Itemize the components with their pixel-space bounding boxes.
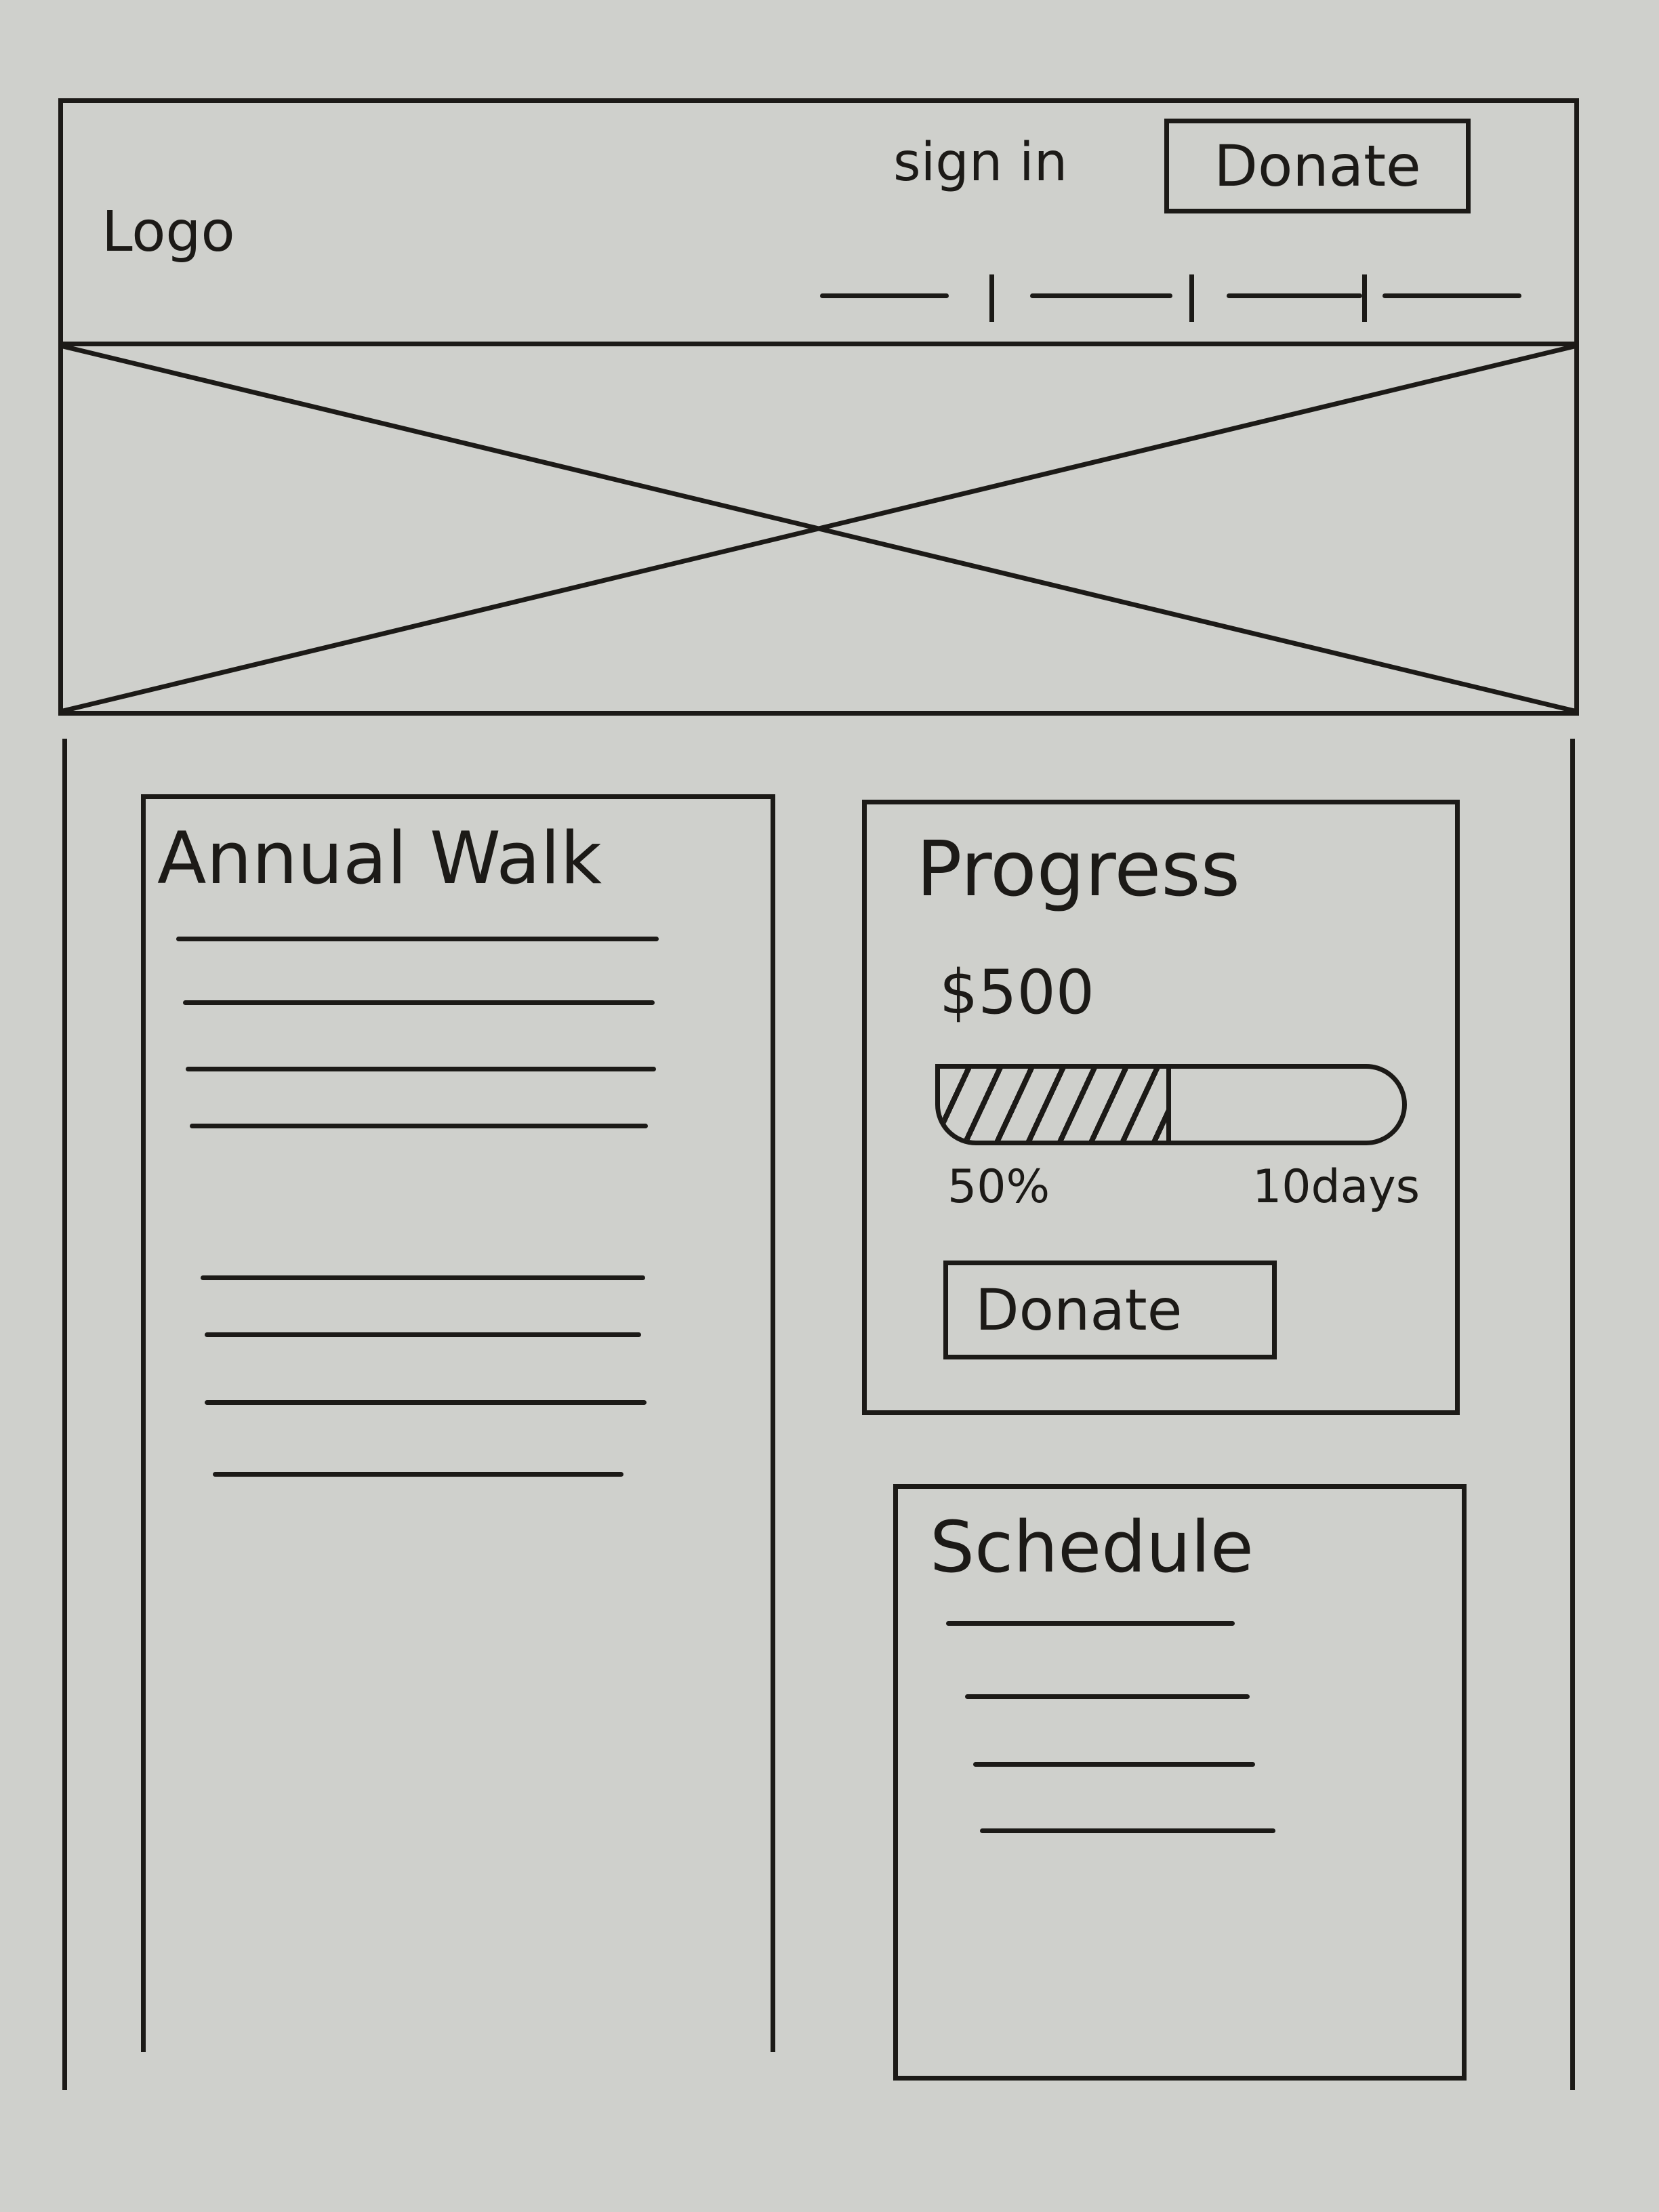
hero-image-placeholder <box>58 342 1579 716</box>
schedule-item <box>946 1621 1235 1626</box>
amount-raised: $500 <box>939 957 1095 1028</box>
progress-title: Progress <box>916 825 1240 914</box>
annual-walk-title: Annual Walk <box>157 817 602 900</box>
progress-bar-fill <box>940 1069 1171 1141</box>
schedule-item <box>973 1762 1255 1767</box>
text-line <box>205 1332 641 1337</box>
sign-in-link[interactable]: sign in <box>893 132 1067 193</box>
text-line <box>201 1275 645 1280</box>
progress-donate-button[interactable]: Donate <box>943 1261 1277 1359</box>
nav-separator <box>1189 274 1194 322</box>
nav-item-2[interactable] <box>1030 293 1172 298</box>
nav-item-1[interactable] <box>820 293 949 298</box>
placeholder-cross-icon <box>63 346 1574 711</box>
text-line <box>176 937 659 941</box>
text-line <box>190 1124 648 1128</box>
text-line <box>205 1400 647 1405</box>
nav-item-4[interactable] <box>1382 293 1521 298</box>
text-line <box>213 1472 623 1477</box>
logo[interactable]: Logo <box>102 200 235 264</box>
progress-bar <box>935 1064 1407 1145</box>
nav-bar <box>820 268 1525 329</box>
schedule-item <box>965 1694 1250 1699</box>
schedule-title: Schedule <box>930 1506 1254 1589</box>
text-line <box>183 1000 655 1005</box>
nav-separator <box>989 274 994 322</box>
header-donate-button[interactable]: Donate <box>1164 119 1471 213</box>
text-line <box>186 1067 656 1071</box>
nav-item-3[interactable] <box>1227 293 1362 298</box>
annual-walk-card <box>141 794 775 2052</box>
progress-percent: 50% <box>947 1160 1050 1214</box>
nav-separator <box>1362 274 1367 322</box>
days-remaining: 10days <box>1252 1160 1420 1214</box>
schedule-item <box>980 1828 1275 1833</box>
